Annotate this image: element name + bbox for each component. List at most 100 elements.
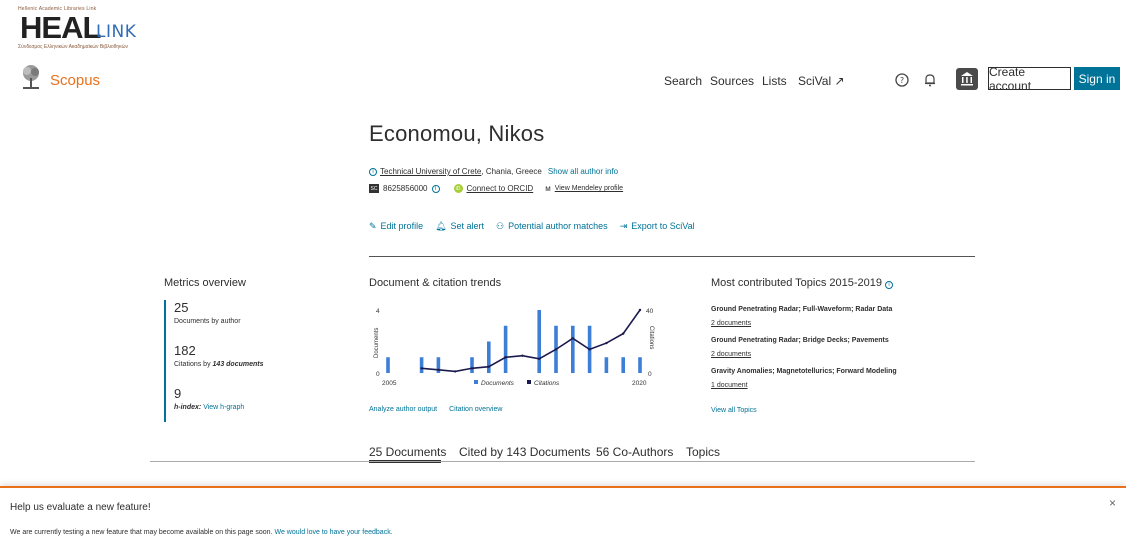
topic-docs-link[interactable]: 2 documents <box>711 351 751 358</box>
author-actions: ✎ Edit profile 🔔︎ Set alert ⚇ Potential aut… <box>369 221 695 232</box>
svg-text:?: ? <box>900 76 904 85</box>
hindex-value: 9 <box>174 386 182 401</box>
citation-point <box>538 357 541 361</box>
tab-documents[interactable]: 25 Documents <box>369 445 446 459</box>
heal-link-logo[interactable]: Hellenic Academic Libraries Link HEAL LI… <box>18 6 178 50</box>
metrics-title: Metrics overview <box>164 277 246 289</box>
analyze-author-output-link[interactable]: Analyze author output <box>369 406 437 413</box>
banner-text: We are currently testing a new feature t… <box>10 529 393 536</box>
info-icon[interactable]: i <box>369 167 377 176</box>
document-bar <box>604 357 609 373</box>
y2-tick-label: 0 <box>648 371 652 378</box>
topic-name: Ground Penetrating Radar; Bridge Decks; … <box>711 337 889 344</box>
citation-point <box>487 365 490 368</box>
create-account-button[interactable]: Create account <box>988 65 1071 93</box>
scopus-brand[interactable]: Scopus <box>50 72 100 89</box>
citation-point <box>622 332 625 335</box>
banner-title: Help us evaluate a new feature! <box>10 502 151 513</box>
affiliation-link[interactable]: Technical University of Crete <box>380 167 481 176</box>
x-tick-label: 2005 <box>382 380 397 387</box>
document-bar <box>419 357 424 373</box>
nav-lists[interactable]: Lists <box>762 74 787 88</box>
view-all-topics-link[interactable]: View all Topics <box>711 407 757 414</box>
legend-documents-swatch <box>474 380 478 384</box>
pencil-icon: ✎ <box>369 221 377 231</box>
mendeley-profile-link[interactable]: View Mendeley profile <box>555 185 623 192</box>
logo-subtitle: Σύνδεσμος Ελληνικών Ακαδημαϊκών Βιβλιοθη… <box>18 44 129 50</box>
citation-point <box>588 348 591 351</box>
author-matches-action[interactable]: ⚇ Potential author matches <box>496 221 608 232</box>
documents-count: 25 <box>174 300 189 315</box>
institution-icon[interactable] <box>956 68 978 90</box>
affiliation-location: , Chania, Greece <box>481 167 542 176</box>
topic-name: Gravity Anomalies; Magnetotellurics; For… <box>711 368 897 375</box>
y2-axis-label: Citations <box>648 326 654 349</box>
topics-title: Most contributed Topics 2015-2019 i <box>711 277 894 289</box>
tab-co-authors[interactable]: 56 Co-Authors <box>596 445 673 459</box>
nav-scival[interactable]: SciVal ↗ <box>798 74 845 88</box>
citation-point <box>504 356 507 359</box>
metrics-overview: 25 Documents by author 182 Citations by … <box>164 300 294 422</box>
export-scival-action[interactable]: ⇥ Export to SciVal <box>620 221 695 232</box>
feedback-link[interactable]: We would love to have your feedback. <box>274 529 392 536</box>
citation-point <box>554 348 558 351</box>
orcid-icon: iD <box>453 184 463 193</box>
document-bar <box>386 357 390 373</box>
citation-point <box>571 337 574 340</box>
edit-profile-action[interactable]: ✎ Edit profile <box>369 221 423 232</box>
x-tick-label: 2020 <box>632 380 647 387</box>
close-icon[interactable]: × <box>1109 496 1116 510</box>
info-icon[interactable]: i <box>431 184 440 193</box>
logo-heal-text: HEAL <box>20 10 101 45</box>
logo-link-text: LINK <box>96 22 137 42</box>
view-hgraph-link[interactable]: View h-graph <box>203 404 244 411</box>
people-icon: ⚇ <box>496 221 505 231</box>
elsevier-tree-icon[interactable] <box>20 64 42 90</box>
connect-orcid-link[interactable]: Connect to ORCID <box>467 184 534 193</box>
citation-point <box>605 341 608 345</box>
hindex-label: h-index: View h-graph <box>174 404 245 411</box>
trend-links: Analyze author output Citation overview <box>369 406 502 413</box>
divider <box>150 461 975 462</box>
document-bar <box>638 357 642 373</box>
citation-point <box>638 308 642 312</box>
document-bar <box>470 357 474 373</box>
tab-topics[interactable]: Topics <box>686 445 720 459</box>
mendeley-icon: ᴍ <box>545 184 551 193</box>
tab-cited-by[interactable]: Cited by 143 Documents <box>459 445 590 459</box>
topic-docs-link[interactable]: 2 documents <box>711 320 751 327</box>
legend-documents-label: Documents <box>481 380 515 387</box>
divider <box>369 256 975 257</box>
help-icon[interactable]: ? <box>892 70 912 90</box>
document-bar <box>571 325 575 373</box>
set-alert-action[interactable]: 🔔︎ Set alert <box>435 221 484 232</box>
feedback-banner: Help us evaluate a new feature! We are c… <box>0 486 1126 552</box>
citation-point <box>521 354 524 357</box>
document-bar <box>621 357 625 373</box>
topic-name: Ground Penetrating Radar; Full-Waveform;… <box>711 306 893 313</box>
y-tick-label: 4 <box>376 308 380 315</box>
document-bar <box>487 341 491 373</box>
y-axis-label: Documents <box>374 328 380 358</box>
scopus-id-icon: SC <box>369 184 379 193</box>
scopus-id: 8625856000 <box>383 184 428 193</box>
citation-point <box>437 368 440 372</box>
documents-label: Documents by author <box>174 318 241 325</box>
topic-docs-link[interactable]: 1 document <box>711 382 748 389</box>
nav-sources[interactable]: Sources <box>710 74 754 88</box>
document-citation-chart: 404002005 2020Documents CitationsDocuments… <box>374 308 654 387</box>
sign-in-button[interactable]: Sign in <box>1074 67 1120 90</box>
citation-overview-link[interactable]: Citation overview <box>449 406 502 413</box>
export-icon: ⇥ <box>619 221 628 231</box>
author-name: Economou, Nikos <box>369 121 545 146</box>
citation-point <box>454 370 457 373</box>
y-tick-label: 0 <box>376 371 380 378</box>
info-icon[interactable]: i <box>885 281 894 289</box>
show-all-author-info-link[interactable]: Show all author info <box>548 167 618 176</box>
document-bar <box>537 310 541 373</box>
bell-icon[interactable] <box>920 70 940 90</box>
citations-count: 182 <box>174 343 196 358</box>
nav-search[interactable]: Search <box>664 74 702 88</box>
y2-tick-label: 40 <box>646 308 654 315</box>
trends-title: Document & citation trends <box>369 277 502 289</box>
